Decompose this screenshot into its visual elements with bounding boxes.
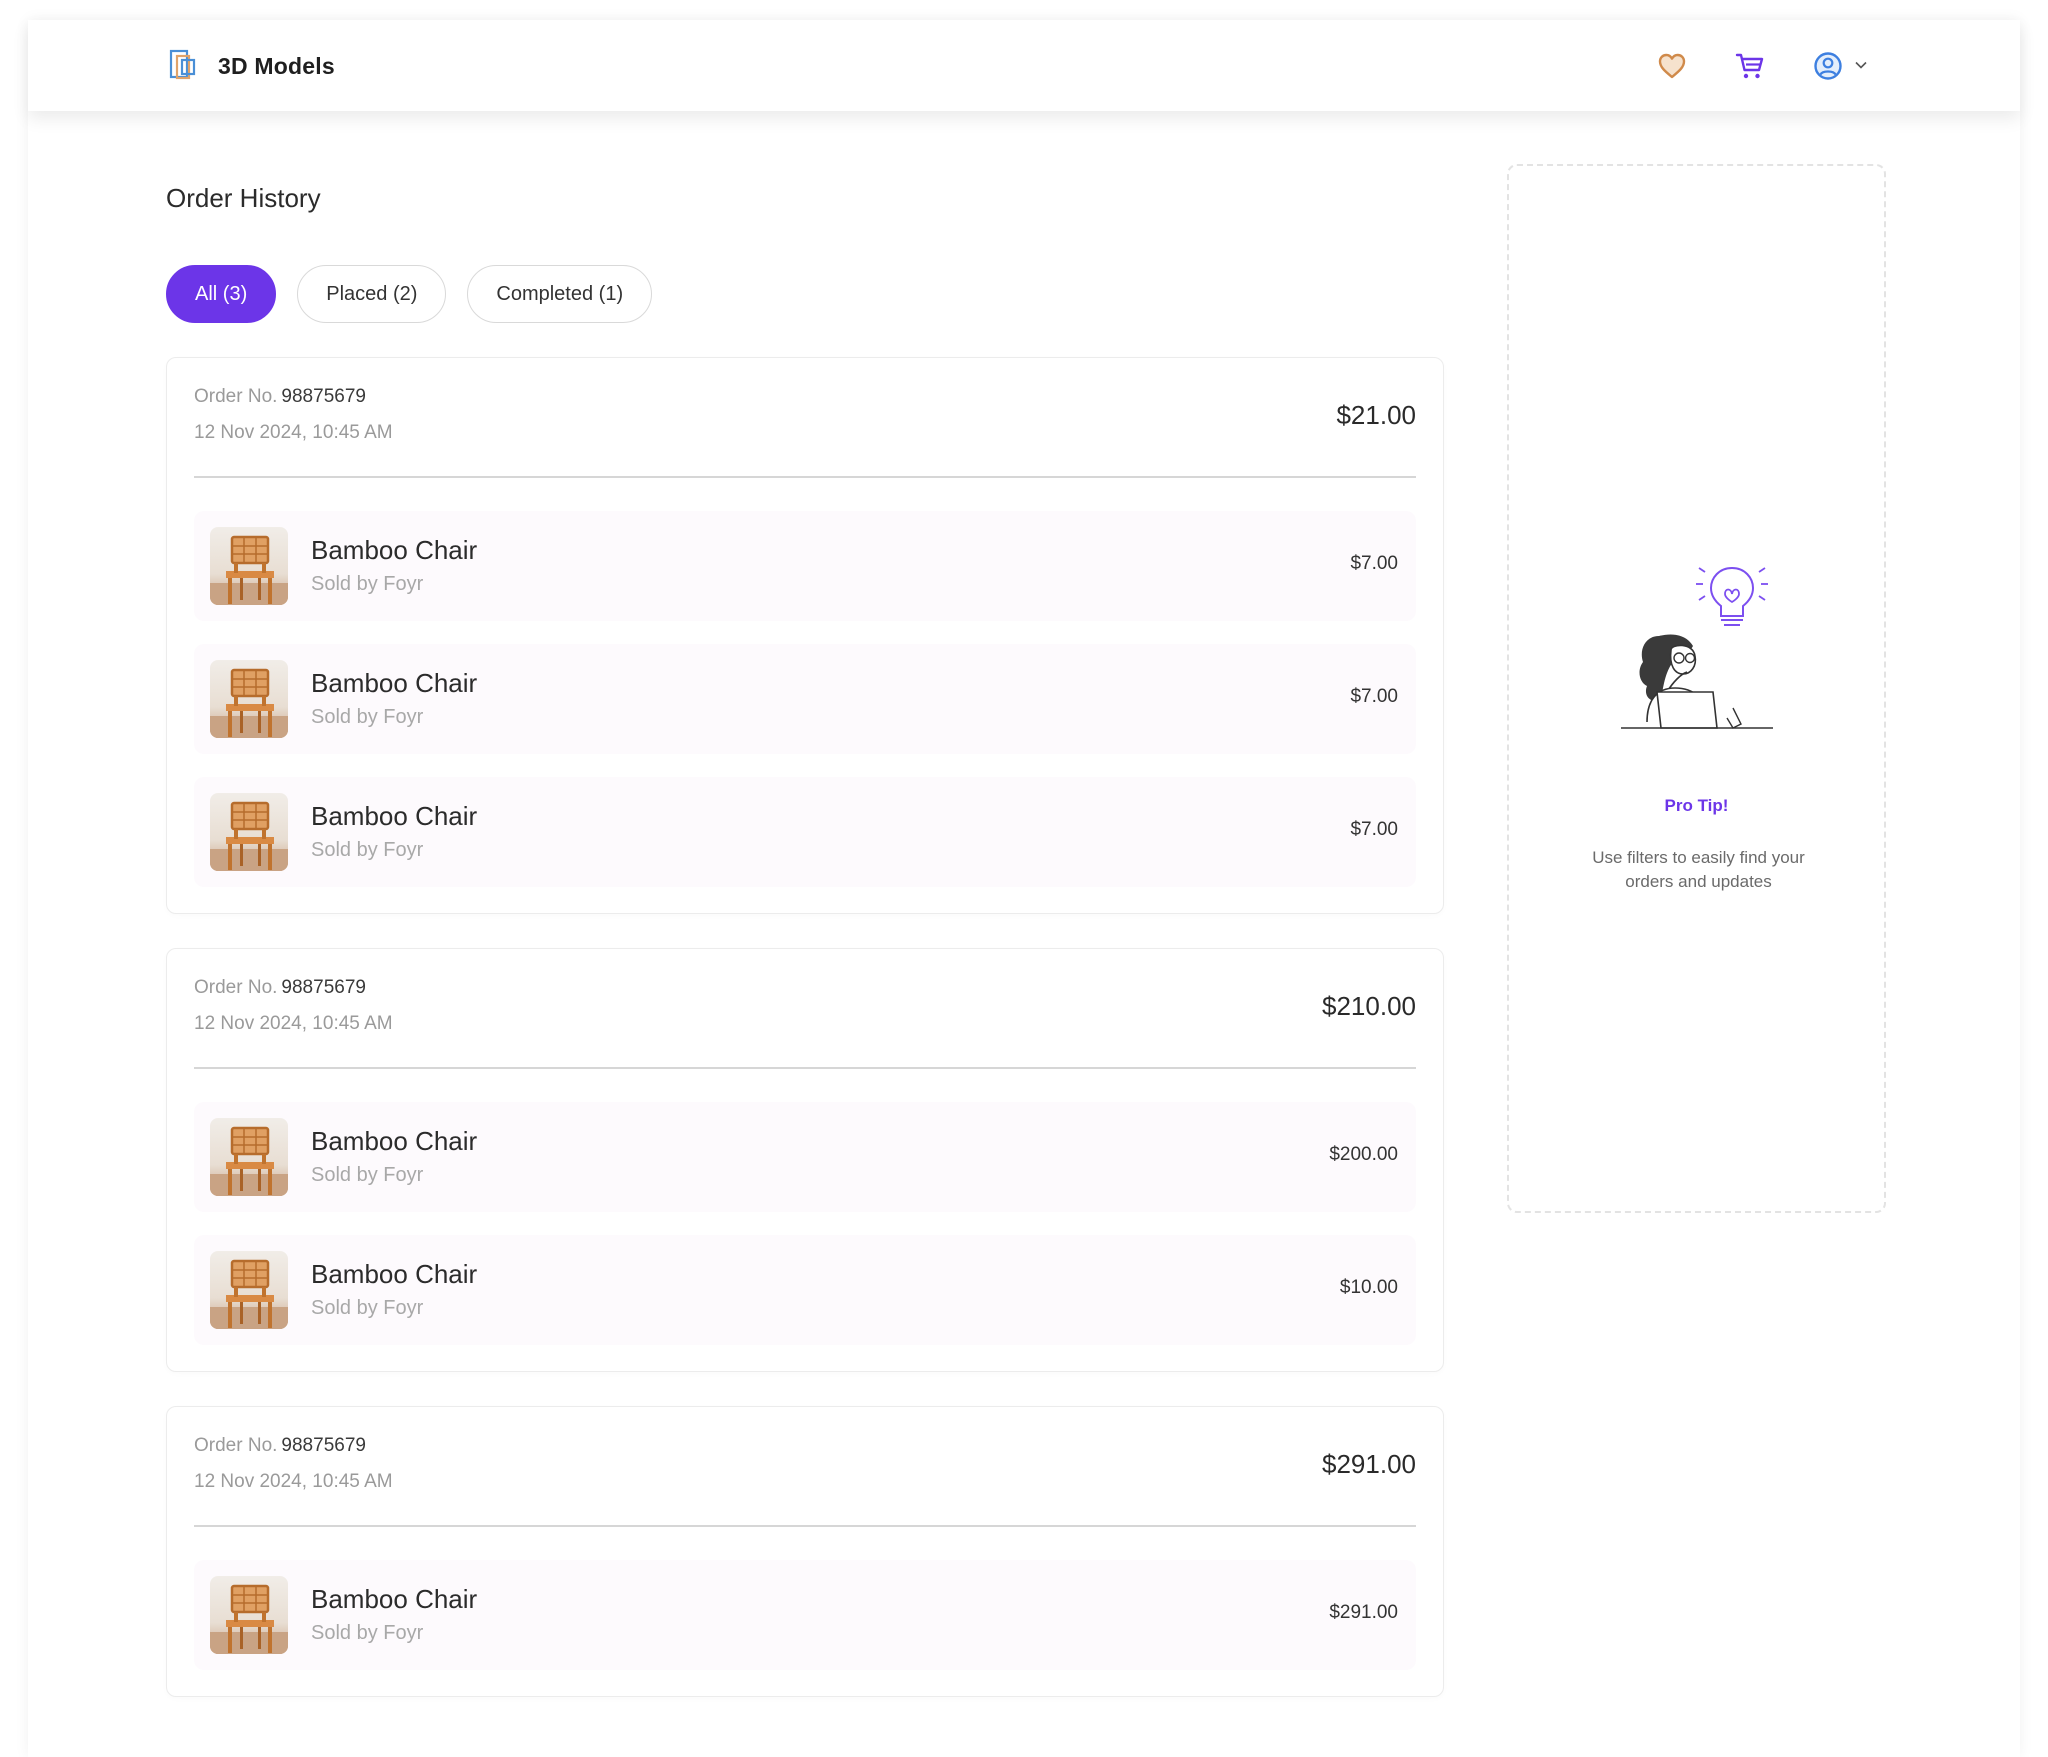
item-seller: Sold by Foyr (311, 839, 424, 861)
item-price: $10.00 (1339, 1277, 1398, 1298)
item-name: Bamboo Chair (311, 801, 478, 831)
heart-icon[interactable] (1654, 48, 1690, 84)
thinking-person-illustration (1617, 532, 1777, 732)
tip-title: Pro Tip! (1664, 796, 1729, 815)
order-header: Order No. 98875679 12 Nov 2024, 10:45 AM … (194, 949, 1416, 1069)
product-thumbnail (210, 1251, 288, 1329)
order-number: Order No. 98875679 (194, 1435, 366, 1457)
item-seller: Sold by Foyr (311, 1622, 424, 1644)
order-items: Bamboo Chair Sold by Foyr $200.00 Bamboo… (194, 1069, 1416, 1345)
item-name: Bamboo Chair (311, 1126, 478, 1156)
order-header: Order No. 98875679 12 Nov 2024, 10:45 AM … (194, 358, 1416, 478)
product-thumbnail (210, 793, 288, 871)
product-thumbnail (210, 527, 288, 605)
top-nav: 3D Models (28, 20, 2020, 111)
orders-list: Order No. 98875679 12 Nov 2024, 10:45 AM … (166, 357, 1444, 1731)
order-total: $210.00 (1322, 991, 1416, 1021)
app-window: 3D Models Order History All (3) Placed (… (28, 20, 2020, 1757)
order-number: Order No. 98875679 (194, 386, 366, 408)
tip-text: Use filters to easily find your orders a… (1592, 848, 1805, 891)
logo-icon (169, 49, 199, 83)
order-items: Bamboo Chair Sold by Foyr $291.00 (194, 1527, 1416, 1670)
order-item[interactable]: Bamboo Chair Sold by Foyr $291.00 (194, 1560, 1416, 1670)
item-price: $7.00 (1350, 553, 1398, 574)
brand[interactable]: 3D Models (169, 48, 335, 84)
order-date: 12 Nov 2024, 10:45 AM (194, 1471, 393, 1492)
filter-all[interactable]: All (3) (166, 265, 277, 323)
header-actions (1654, 48, 1868, 84)
order-header: Order No. 98875679 12 Nov 2024, 10:45 AM … (194, 1407, 1416, 1527)
cart-icon[interactable] (1732, 48, 1768, 84)
order-card[interactable]: Order No. 98875679 12 Nov 2024, 10:45 AM … (166, 357, 1444, 914)
order-date: 12 Nov 2024, 10:45 AM (194, 422, 393, 443)
brand-title: 3D Models (218, 52, 335, 79)
item-price: $200.00 (1329, 1144, 1398, 1165)
order-number-value: 98875679 (281, 1435, 366, 1456)
item-price: $291.00 (1329, 1602, 1398, 1623)
page-title: Order History (166, 183, 321, 213)
item-seller: Sold by Foyr (311, 1164, 424, 1186)
item-name: Bamboo Chair (311, 1259, 478, 1289)
order-total: $291.00 (1322, 1449, 1416, 1479)
order-number-label: Order No. (194, 1435, 278, 1456)
order-number-label: Order No. (194, 977, 278, 998)
item-seller: Sold by Foyr (311, 706, 424, 728)
order-item[interactable]: Bamboo Chair Sold by Foyr $7.00 (194, 777, 1416, 887)
item-name: Bamboo Chair (311, 668, 478, 698)
chevron-down-icon (1854, 57, 1868, 75)
order-items: Bamboo Chair Sold by Foyr $7.00 Bamboo C… (194, 478, 1416, 887)
profile-menu[interactable] (1810, 48, 1868, 84)
order-total: $21.00 (1336, 400, 1416, 430)
pro-tip-panel: Pro Tip! Use filters to easily find your… (1507, 164, 1886, 1213)
item-name: Bamboo Chair (311, 1584, 478, 1614)
order-date: 12 Nov 2024, 10:45 AM (194, 1013, 393, 1034)
order-item[interactable]: Bamboo Chair Sold by Foyr $7.00 (194, 511, 1416, 621)
product-thumbnail (210, 660, 288, 738)
order-item[interactable]: Bamboo Chair Sold by Foyr $200.00 (194, 1102, 1416, 1212)
order-number-label: Order No. (194, 386, 278, 407)
order-item[interactable]: Bamboo Chair Sold by Foyr $7.00 (194, 644, 1416, 754)
item-seller: Sold by Foyr (311, 1297, 424, 1319)
item-name: Bamboo Chair (311, 535, 478, 565)
order-number: Order No. 98875679 (194, 977, 366, 999)
lightbulb-icon (1696, 566, 1768, 626)
product-thumbnail (210, 1576, 288, 1654)
filter-completed[interactable]: Completed (1) (467, 265, 653, 323)
item-price: $7.00 (1350, 819, 1398, 840)
filter-placed[interactable]: Placed (2) (297, 265, 447, 323)
order-number-value: 98875679 (281, 386, 366, 407)
product-thumbnail (210, 1118, 288, 1196)
order-number-value: 98875679 (281, 977, 366, 998)
order-filters: All (3) Placed (2) Completed (1) (166, 265, 673, 323)
item-seller: Sold by Foyr (311, 573, 424, 595)
order-card[interactable]: Order No. 98875679 12 Nov 2024, 10:45 AM … (166, 948, 1444, 1372)
order-item[interactable]: Bamboo Chair Sold by Foyr $10.00 (194, 1235, 1416, 1345)
user-icon (1810, 48, 1846, 84)
order-card[interactable]: Order No. 98875679 12 Nov 2024, 10:45 AM … (166, 1406, 1444, 1697)
item-price: $7.00 (1350, 686, 1398, 707)
